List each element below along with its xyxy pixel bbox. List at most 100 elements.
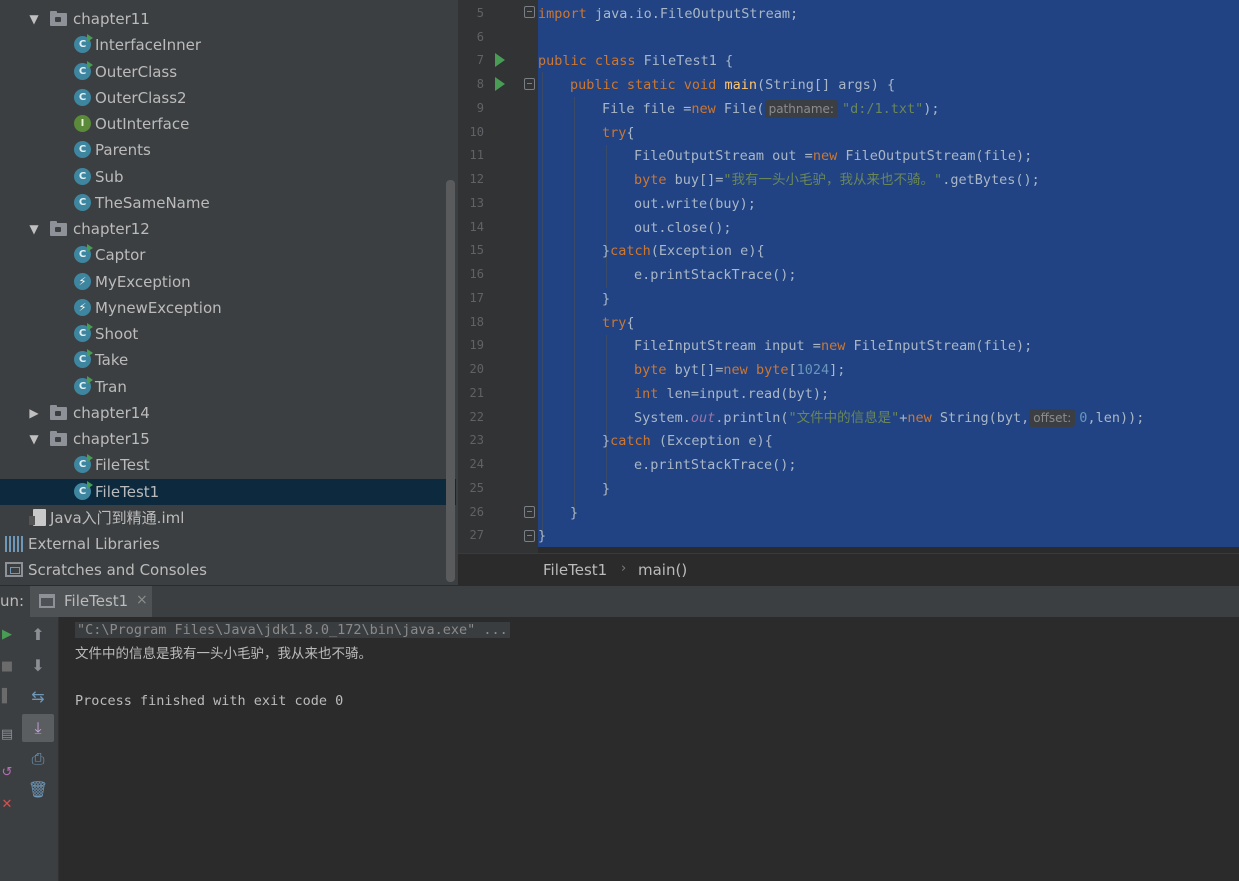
code-text: ,len)); xyxy=(1087,410,1145,426)
tree-item-parents[interactable]: C Parents xyxy=(0,137,456,163)
line-number: 18 xyxy=(469,315,484,329)
code-text: { xyxy=(626,315,635,331)
keyword: byte xyxy=(634,362,667,378)
console-command[interactable]: "C:\Program Files\Java\jdk1.8.0_172\bin\… xyxy=(75,622,510,638)
run-main-icon[interactable] xyxy=(495,77,505,91)
code-line-10: try{ xyxy=(602,122,635,144)
code-text: FileOutputStream(file); xyxy=(837,148,1033,164)
line-number: 12 xyxy=(469,172,484,186)
tree-item-interfaceinner[interactable]: C InterfaceInner xyxy=(0,32,456,58)
expand-arrow-icon[interactable]: ▼ xyxy=(26,426,42,452)
line-number: 20 xyxy=(469,362,484,376)
code-text: System. xyxy=(634,410,691,426)
class-icon: C xyxy=(74,349,93,368)
scroll-to-end-icon[interactable]: ⤓ xyxy=(22,714,54,742)
line-number: 27 xyxy=(469,528,484,542)
rerun-icon[interactable]: ▶ xyxy=(0,627,14,642)
stop-icon[interactable]: ■ xyxy=(0,659,14,674)
expand-arrow-icon[interactable]: ▼ xyxy=(26,216,42,242)
breadcrumb-method[interactable]: main() xyxy=(638,561,687,579)
keyword: public class xyxy=(538,53,636,69)
parameter-hint: offset: xyxy=(1029,409,1076,427)
code-line-15: }catch(Exception e){ xyxy=(602,240,765,262)
code-line-21: int len=input.read(byt); xyxy=(634,383,829,405)
scratches-icon xyxy=(5,562,23,577)
tree-item-iml-file[interactable]: Java入门到精通.iml xyxy=(0,505,456,531)
fold-icon[interactable] xyxy=(524,530,535,542)
tree-item-label: Captor xyxy=(95,246,146,264)
layout-icon[interactable]: ▤ xyxy=(0,727,14,742)
class-icon: C xyxy=(74,376,93,395)
tree-folder-chapter15[interactable]: ▼ chapter15 xyxy=(0,426,456,452)
code-line-26: } xyxy=(570,505,579,521)
scroll-up-icon[interactable]: ⬆ xyxy=(22,621,54,649)
tree-item-sub[interactable]: C Sub xyxy=(0,164,456,190)
keyword: byte xyxy=(634,172,667,188)
tree-item-label: chapter11 xyxy=(73,10,150,28)
tree-item-external-libraries[interactable]: External Libraries xyxy=(0,531,456,557)
run-class-icon[interactable] xyxy=(495,53,505,67)
scroll-down-icon[interactable]: ⬇ xyxy=(22,652,54,680)
tree-item-take[interactable]: C Take xyxy=(0,347,456,373)
tree-item-scratches[interactable]: Scratches and Consoles xyxy=(0,557,456,583)
keyword: catch xyxy=(610,433,651,449)
keyword: public static void xyxy=(570,77,717,93)
code-line-23: }catch (Exception e){ xyxy=(602,430,773,452)
code-text: (String[] args) { xyxy=(756,77,896,93)
tree-item-thesamename[interactable]: C TheSameName xyxy=(0,190,456,216)
tree-folder-chapter12[interactable]: ▼ chapter12 xyxy=(0,216,456,242)
expand-arrow-icon[interactable]: ▼ xyxy=(26,6,42,32)
tree-item-label: Java入门到精通.iml xyxy=(50,509,185,527)
code-text: FileInputStream(file); xyxy=(845,338,1033,354)
print-icon[interactable]: ⎙ xyxy=(22,745,54,773)
code-text: String(byt, xyxy=(931,410,1030,426)
plug-icon[interactable]: ↺ xyxy=(0,765,14,780)
collapse-arrow-icon[interactable]: ▶ xyxy=(26,400,42,426)
run-tab-filetest1[interactable]: FileTest1 × xyxy=(30,586,152,618)
tree-item-label: Shoot xyxy=(95,325,139,343)
code-text: .getBytes(); xyxy=(942,172,1040,188)
tree-item-outinterface[interactable]: I OutInterface xyxy=(0,111,456,137)
tree-item-label: Scratches and Consoles xyxy=(28,561,207,579)
run-tab-label: FileTest1 xyxy=(64,592,129,610)
breadcrumb-class[interactable]: FileTest1 xyxy=(543,561,607,579)
console-output[interactable]: "C:\Program Files\Java\jdk1.8.0_172\bin\… xyxy=(59,617,1239,881)
fold-icon[interactable] xyxy=(524,78,535,90)
indent-guide xyxy=(606,145,607,288)
close-icon[interactable]: × xyxy=(136,592,148,608)
close-run-icon[interactable]: ✕ xyxy=(0,797,14,812)
tree-item-captor[interactable]: C Captor xyxy=(0,242,456,268)
tree-item-label: OuterClass2 xyxy=(95,89,187,107)
tree-item-outerclass[interactable]: C OuterClass xyxy=(0,59,456,85)
tree-item-label: OuterClass xyxy=(95,63,178,81)
tree-item-label: FileTest1 xyxy=(95,483,160,501)
class-icon: C xyxy=(74,141,91,158)
module-file-icon xyxy=(29,509,46,526)
tree-item-outerclass2[interactable]: C OuterClass2 xyxy=(0,85,456,111)
static-field: out xyxy=(690,410,716,426)
code-editor[interactable]: import java.io.FileOutputStream; public … xyxy=(538,0,1239,553)
tree-item-tran[interactable]: C Tran xyxy=(0,374,456,400)
tree-item-myexception[interactable]: ⚡ MyException xyxy=(0,269,456,295)
exception-class-icon: ⚡ xyxy=(74,273,91,290)
class-icon: C xyxy=(74,61,93,80)
fold-icon[interactable] xyxy=(524,6,535,18)
line-number: 10 xyxy=(469,125,484,139)
code-text: buy[]= xyxy=(666,172,724,188)
fold-icon[interactable] xyxy=(524,506,535,518)
tree-folder-chapter14[interactable]: ▶ chapter14 xyxy=(0,400,456,426)
code-line-18: try{ xyxy=(602,312,635,334)
pause-icon[interactable]: ▌ xyxy=(0,689,14,704)
tree-item-mynewexception[interactable]: ⚡ MynewException xyxy=(0,295,456,321)
code-text: { xyxy=(626,125,635,141)
tree-item-shoot[interactable]: C Shoot xyxy=(0,321,456,347)
tree-scrollbar[interactable] xyxy=(446,180,455,582)
code-line-13: out.write(buy); xyxy=(634,196,756,212)
tree-folder-chapter11[interactable]: ▼ chapter11 xyxy=(0,6,456,32)
soft-wrap-icon[interactable]: ⇆ xyxy=(22,683,54,711)
trash-icon[interactable]: 🗑 xyxy=(22,776,54,804)
indent-guide xyxy=(542,72,543,537)
tree-item-filetest[interactable]: C FileTest xyxy=(0,452,456,478)
line-number: 23 xyxy=(469,433,484,447)
tree-item-filetest1[interactable]: C FileTest1 xyxy=(0,479,456,505)
